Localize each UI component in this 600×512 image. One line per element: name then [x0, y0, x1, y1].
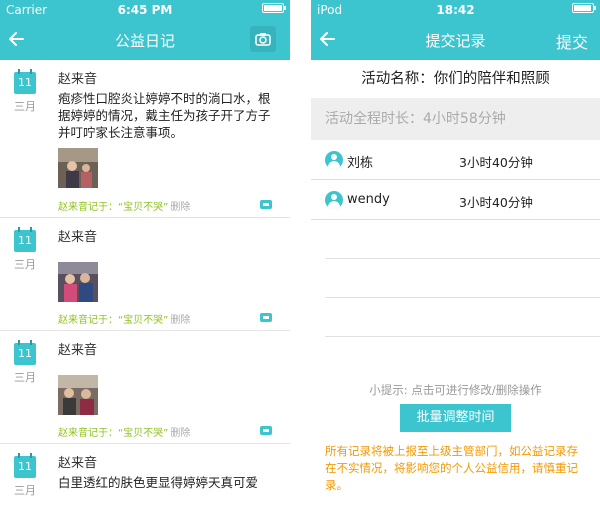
entry-source: 赵来音记于：“宝贝不哭”: [58, 202, 169, 213]
record-row[interactable]: 刘栋 3小时40分钟: [311, 140, 600, 180]
page-title: 公益日记: [114, 32, 175, 50]
camera-button[interactable]: [250, 26, 276, 52]
total-duration: 活动全程时长：4小时58分钟: [311, 98, 600, 140]
entry-month: 三月: [14, 484, 36, 497]
delete-link[interactable]: 删除: [170, 315, 190, 326]
entry-footer: 赵来音记于：“宝贝不哭” 删除: [58, 424, 190, 439]
entry-source: 赵来音记于：“宝贝不哭”: [58, 315, 169, 326]
entry-content: 白里透红的肤色更显得婷婷天真可爱: [58, 475, 259, 490]
diary-entry[interactable]: 11 三月 赵来音 白里透红的肤色更显得婷婷天真可爱: [0, 444, 290, 512]
entry-photo[interactable]: [58, 262, 98, 302]
status-time: 6:45 PM: [117, 3, 173, 17]
entry-photo[interactable]: [58, 375, 98, 415]
record-name: wendy: [347, 192, 390, 207]
record-row[interactable]: wendy 3小时40分钟: [311, 180, 600, 220]
entry-month: 三月: [14, 371, 36, 384]
record-name: 刘栋: [347, 156, 374, 171]
diary-screen: Carrier 6:45 PM 公益日记 11 三月 赵来音 疱疹性口腔炎让婷婷…: [0, 0, 290, 512]
entry-photo[interactable]: [58, 148, 98, 188]
user-icon: [325, 151, 343, 169]
activity-name: 活动名称：你们的陪伴和照顾: [311, 60, 600, 98]
status-bar: iPod 18:42: [311, 0, 600, 20]
record-duration: 3小时40分钟: [459, 155, 533, 170]
user-icon: [325, 191, 343, 209]
divider: [325, 258, 600, 259]
battery-indicator: [262, 3, 286, 13]
entry-footer: 赵来音记于：“宝贝不哭” 删除: [58, 311, 190, 326]
entry-author: 赵来音: [58, 230, 98, 245]
nav-bar: 公益日记: [0, 20, 290, 60]
calendar-icon: 11: [14, 227, 36, 252]
divider: [325, 297, 600, 298]
calendar-icon: 11: [14, 340, 36, 365]
submit-button[interactable]: 提交: [556, 29, 588, 53]
share-icon[interactable]: [260, 200, 272, 209]
share-icon[interactable]: [260, 313, 272, 322]
delete-link[interactable]: 删除: [170, 428, 190, 439]
share-icon[interactable]: [260, 426, 272, 435]
warning-text: 所有记录将被上报至上级主管部门，如公益记录存在不实情况，将影响您的个人公益信用，…: [325, 444, 578, 492]
batch-adjust-button[interactable]: 批量调整时间: [400, 404, 511, 432]
record-duration: 3小时40分钟: [459, 195, 533, 210]
battery-icon: [572, 3, 596, 13]
nav-bar: 提交记录 提交: [311, 20, 600, 60]
battery-indicator: [572, 3, 596, 13]
delete-link[interactable]: 删除: [170, 202, 190, 213]
battery-icon: [262, 3, 286, 13]
entry-author: 赵来音: [58, 456, 98, 471]
entry-content: 疱疹性口腔炎让婷婷不时的淌口水，根据婷婷的情况，戴主任为孩子开了方子并叮咛家长注…: [58, 91, 271, 140]
camera-icon: [255, 33, 271, 46]
hint-text: 小提示: 点击可进行修改/删除操作: [369, 383, 542, 397]
status-time: 18:42: [436, 3, 475, 17]
diary-entry[interactable]: 11 三月 赵来音 赵来音记于：“宝贝不哭” 删除: [0, 218, 290, 331]
diary-entry[interactable]: 11 三月 赵来音 疱疹性口腔炎让婷婷不时的淌口水，根据婷婷的情况，戴主任为孩子…: [0, 60, 290, 218]
entry-author: 赵来音: [58, 343, 98, 358]
diary-list: 11 三月 赵来音 疱疹性口腔炎让婷婷不时的淌口水，根据婷婷的情况，戴主任为孩子…: [0, 60, 290, 512]
entry-author: 赵来音: [58, 72, 98, 87]
entry-source: 赵来音记于：“宝贝不哭”: [58, 428, 169, 439]
diary-entry[interactable]: 11 三月 赵来音 赵来音记于：“宝贝不哭” 删除: [0, 331, 290, 444]
entry-month: 三月: [14, 100, 36, 113]
calendar-icon: 11: [14, 69, 36, 94]
submit-record-screen: iPod 18:42 提交记录 提交 活动名称：你们的陪伴和照顾 活动全程时长：…: [311, 0, 600, 512]
entry-month: 三月: [14, 258, 36, 271]
entry-footer: 赵来音记于：“宝贝不哭” 删除: [58, 198, 190, 213]
calendar-icon: 11: [14, 453, 36, 478]
status-bar: Carrier 6:45 PM: [0, 0, 290, 20]
divider: [325, 336, 600, 337]
